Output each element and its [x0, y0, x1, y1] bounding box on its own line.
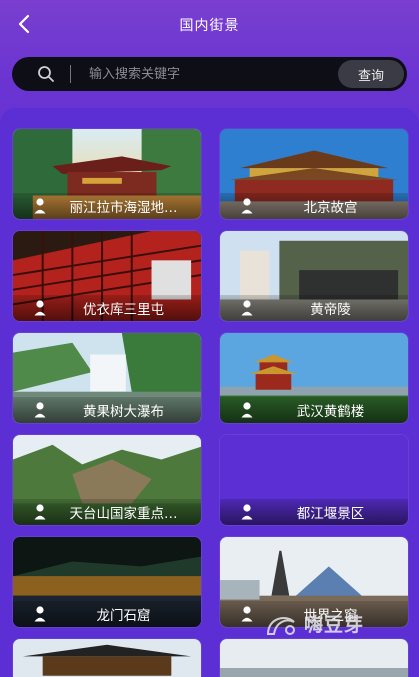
spot-image [13, 639, 201, 677]
person-icon [241, 606, 253, 622]
spot-card-tiantai-mountain[interactable]: 天台山国家重点… [12, 434, 202, 526]
spot-card-next-2[interactable] [219, 638, 409, 677]
spot-caption: 丽江拉市海湿地… [13, 193, 201, 219]
person-icon [241, 402, 253, 418]
spot-caption: 都江堰景区 [220, 499, 408, 525]
watermark-icon [266, 617, 295, 635]
spot-card-next-1[interactable] [12, 638, 202, 677]
spot-card-huangdi[interactable]: 黄帝陵 [219, 230, 409, 322]
person-icon [241, 198, 253, 214]
spot-name: 丽江拉市海湿地… [69, 200, 178, 216]
spot-name: 龙门石窟 [96, 608, 151, 624]
spot-image [220, 639, 408, 677]
spot-card-forbidden-city[interactable]: 北京故宫 [219, 128, 409, 220]
spot-name: 优衣库三里屯 [83, 302, 164, 318]
person-icon [34, 198, 46, 214]
spot-caption: 龙门石窟 [13, 601, 201, 627]
spot-card-dujiangyan[interactable]: 都江堰景区 [219, 434, 409, 526]
watermark-logo: 嗨豆芽 [264, 608, 364, 638]
spot-name: 武汉黄鹤楼 [296, 404, 365, 420]
page-title: 国内街景 [179, 18, 240, 34]
spot-caption: 优衣库三里屯 [13, 295, 201, 321]
spot-grid: 丽江拉市海湿地… 北京故宫 优衣库三里屯 黄帝陵 黄果树大瀑布 武汉黄鹤楼 天台… [0, 108, 419, 677]
chevron-left-icon [18, 14, 30, 34]
spot-caption: 黄果树大瀑布 [13, 397, 201, 423]
spot-caption: 北京故宫 [220, 193, 408, 219]
search-bar: 查询 [12, 57, 407, 91]
person-icon [34, 606, 46, 622]
spot-caption: 天台山国家重点… [13, 499, 201, 525]
spot-card-lijiang[interactable]: 丽江拉市海湿地… [12, 128, 202, 220]
spot-card-waterfall[interactable]: 黄果树大瀑布 [12, 332, 202, 424]
search-icon [28, 57, 64, 91]
person-icon [34, 504, 46, 520]
spot-name: 天台山国家重点… [69, 506, 178, 522]
query-button[interactable]: 查询 [338, 60, 404, 88]
spot-name: 黄帝陵 [310, 302, 351, 318]
watermark-text: 嗨豆芽 [304, 613, 365, 636]
spot-card-uniqlo[interactable]: 优衣库三里屯 [12, 230, 202, 322]
person-icon [34, 402, 46, 418]
back-button[interactable] [10, 10, 38, 38]
spot-caption: 黄帝陵 [220, 295, 408, 321]
person-icon [34, 300, 46, 316]
spot-card-longmen-grottoes[interactable]: 龙门石窟 [12, 536, 202, 628]
search-input[interactable] [71, 59, 338, 89]
spot-name: 都江堰景区 [296, 506, 365, 522]
spot-card-yellow-crane-tower[interactable]: 武汉黄鹤楼 [219, 332, 409, 424]
person-icon [241, 504, 253, 520]
spot-caption: 武汉黄鹤楼 [220, 397, 408, 423]
spot-name: 北京故宫 [303, 200, 358, 216]
app-header: 国内街景 [0, 0, 419, 50]
spot-name: 黄果树大瀑布 [83, 404, 164, 420]
person-icon [241, 300, 253, 316]
